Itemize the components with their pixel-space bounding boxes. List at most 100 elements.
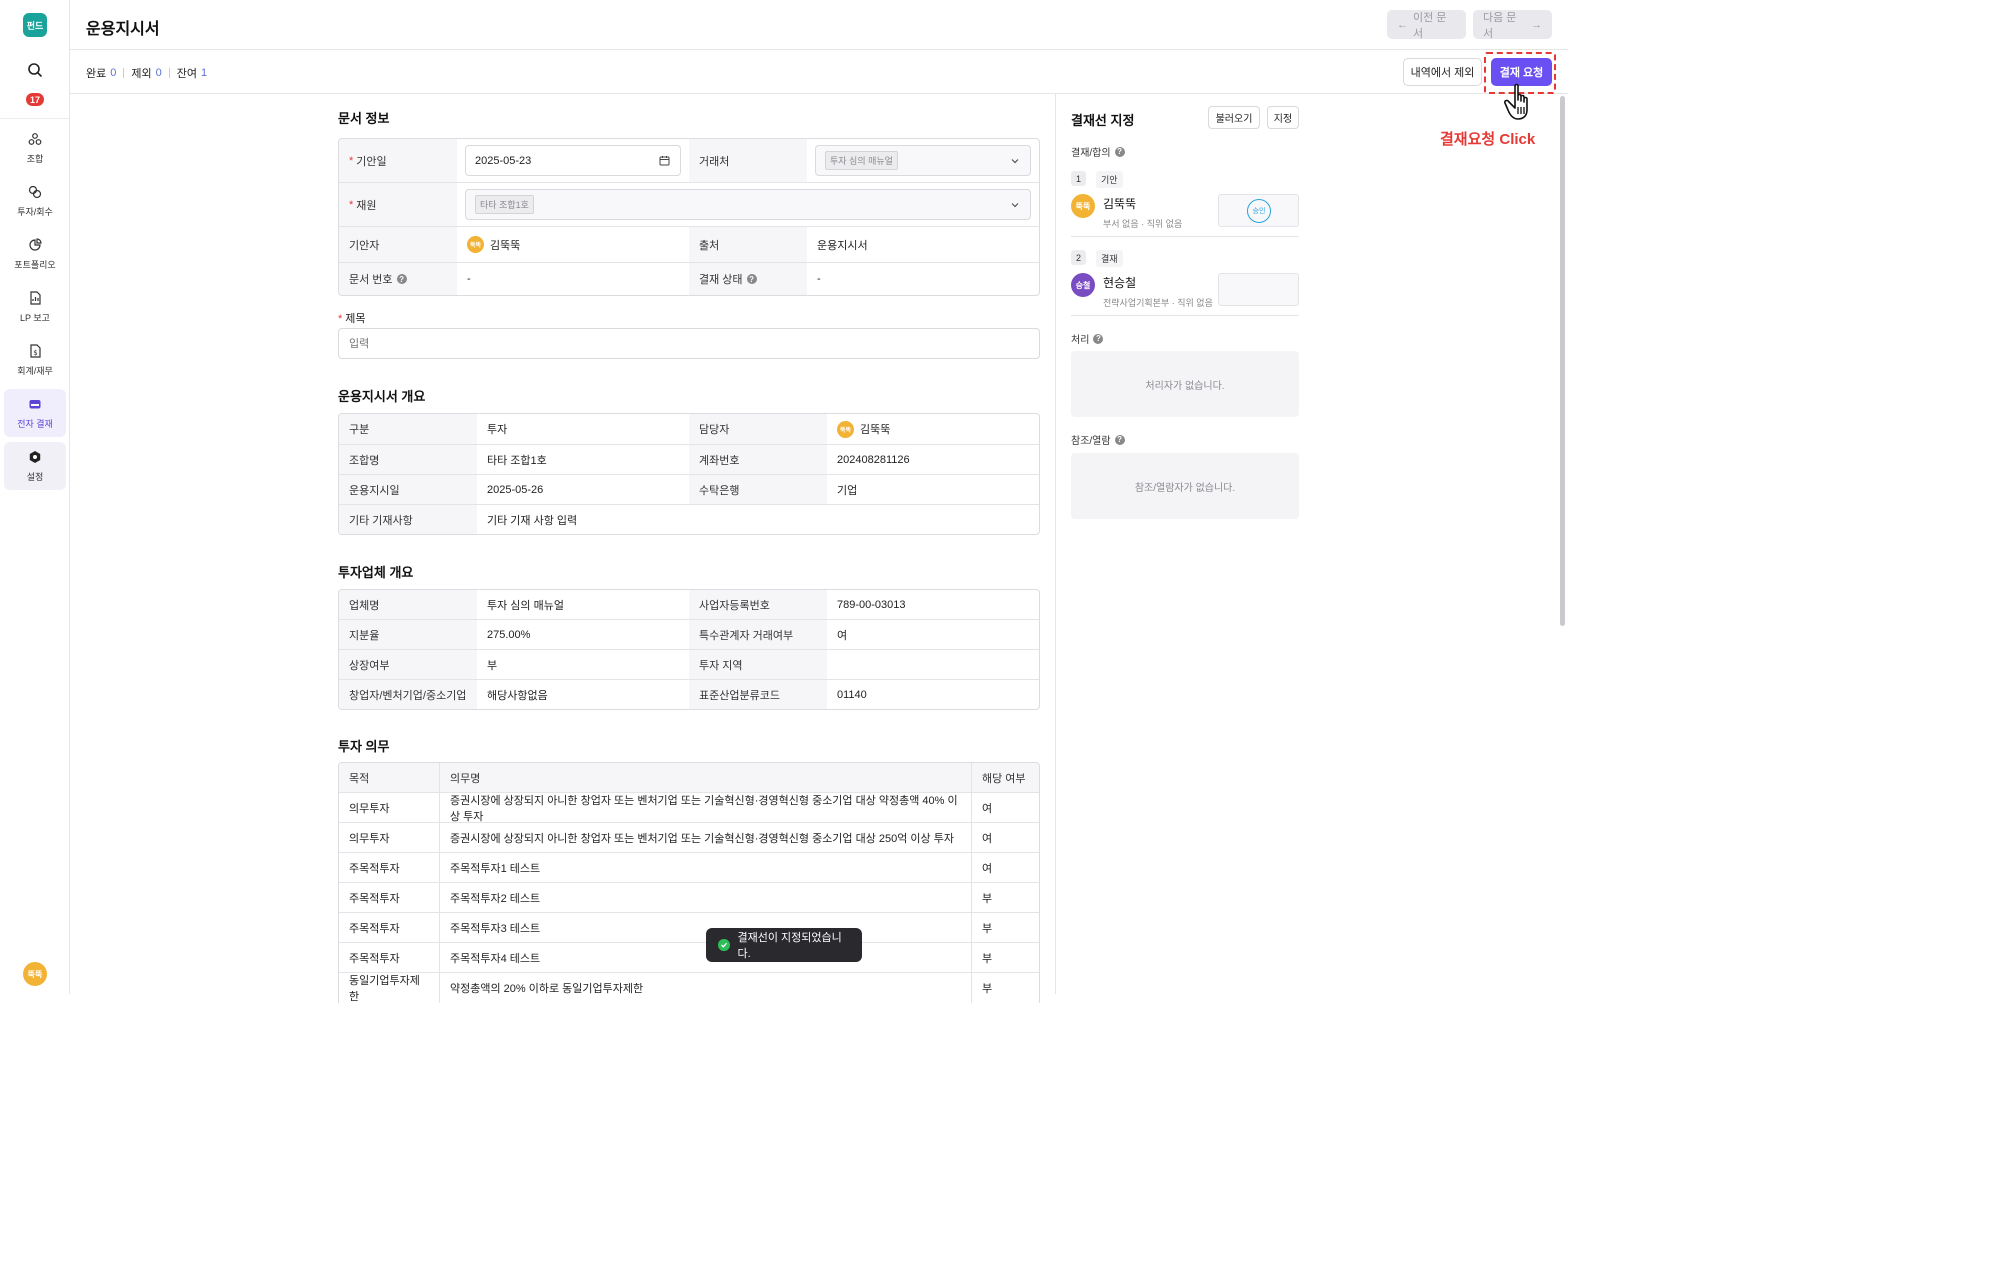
- table-cell: 주목적투자: [349, 922, 400, 935]
- manager-cell: 뚝뚝 김뚝뚝: [827, 414, 1039, 444]
- docno-value: -: [467, 273, 471, 285]
- doc-info-title: 문서 정보: [338, 111, 390, 126]
- title-input[interactable]: [338, 328, 1040, 359]
- table-cell: 부: [971, 943, 1039, 972]
- sidebar-item-label: 조합: [26, 154, 44, 164]
- table-cell: 투자 심의 매뉴얼: [487, 599, 564, 612]
- table-cell: 2025-05-26: [487, 483, 544, 496]
- table-row: 주목적투자 주목적투자1 테스트 여: [339, 853, 1039, 883]
- sidebar-item-approval[interactable]: 전자 결재: [4, 389, 66, 437]
- docno-value-cell: -: [457, 263, 689, 295]
- sidebar-nav: 조합 투자/회수 포트폴리오 LP 보고 $ 회계/재무 전자 결재 설정: [4, 124, 66, 495]
- assign-approval-line-button[interactable]: 지정: [1267, 106, 1299, 129]
- arrow-left-icon: ←: [1397, 18, 1408, 31]
- date-label: 기안일: [356, 155, 387, 168]
- table-row: 주목적투자 주목적투자3 테스트 부: [339, 913, 1039, 943]
- fund-label: 재원: [356, 199, 377, 212]
- table-cell: 275.00%: [487, 628, 531, 641]
- required-mark: *: [349, 198, 354, 211]
- sidebar-item-investment[interactable]: 투자/회수: [4, 177, 66, 225]
- status-bar: 완료 0 제외 0 잔여 1 내역에서 제외 결재 요청: [70, 50, 1568, 94]
- table-row: 주목적투자 주목적투자4 테스트 부: [339, 943, 1039, 973]
- reference-empty-state: 참조/열람자가 없습니다.: [1071, 453, 1299, 519]
- help-icon[interactable]: ?: [746, 274, 757, 284]
- table-cell: 부: [971, 883, 1039, 912]
- source-label-cell: 출처: [689, 227, 807, 262]
- table-cell: 주목적투자2 테스트: [439, 883, 971, 912]
- prev-document-button[interactable]: ← 이전 문서: [1387, 10, 1466, 40]
- load-approval-line-button[interactable]: 불러오기: [1208, 106, 1260, 129]
- page-header: 운용지시서 ← 이전 문서 다음 문서 →: [70, 0, 1568, 50]
- help-icon[interactable]: ?: [396, 274, 407, 284]
- fund-select[interactable]: 타타 조합1호: [465, 189, 1031, 220]
- search-icon[interactable]: [25, 60, 45, 80]
- excluded-count: 0: [155, 67, 162, 79]
- table-cell: 여: [971, 823, 1039, 852]
- table-cell: 202408281126: [837, 453, 910, 466]
- app-logo[interactable]: 펀드: [23, 13, 47, 37]
- table-row: 의무투자 증권시장에 상장되지 아니한 창업자 또는 벤처기업 또는 기술혁신형·…: [339, 823, 1039, 853]
- remaining-label: 잔여: [176, 68, 197, 80]
- sidebar-item-portfolio[interactable]: 포트폴리오: [4, 230, 66, 278]
- approver-name: 김뚝뚝: [1103, 197, 1137, 211]
- notification-badge[interactable]: 17: [26, 93, 45, 106]
- table-row: * 기안일 2025-05-23 거래처 투자 심의 매뉴얼: [339, 139, 1039, 183]
- title-field-label: * 제목: [338, 310, 366, 326]
- calendar-icon: [659, 155, 670, 169]
- table-cell: 지분율: [339, 620, 477, 649]
- table-cell: 계좌번호: [689, 445, 827, 474]
- table-cell: 해당사항없음: [487, 689, 548, 702]
- sidebar-item-union[interactable]: 조합: [4, 124, 66, 172]
- client-select[interactable]: 투자 심의 매뉴얼: [815, 145, 1031, 176]
- next-document-label: 다음 문서: [1483, 11, 1517, 40]
- toast-message: 결재선이 지정되었습니다.: [737, 932, 842, 960]
- done-label: 완료: [86, 68, 107, 80]
- client-label: 거래처: [699, 155, 730, 168]
- svg-text:$: $: [33, 349, 37, 357]
- drafter-value-cell: 뚝뚝 김뚝뚝: [457, 227, 689, 262]
- sidebar-item-label: 포트폴리오: [14, 260, 56, 270]
- client-chip: 투자 심의 매뉴얼: [825, 151, 898, 170]
- help-icon[interactable]: ?: [1114, 434, 1125, 445]
- overview-title: 운용지시서 개요: [338, 389, 426, 404]
- table-cell: 타타 조합1호: [487, 454, 547, 467]
- date-picker-input[interactable]: 2025-05-23: [465, 145, 681, 176]
- next-document-button[interactable]: 다음 문서 →: [1473, 10, 1552, 40]
- step-type-badge: 기안: [1096, 171, 1123, 188]
- table-cell: 부: [971, 973, 1039, 1003]
- client-label-cell: 거래처: [689, 139, 807, 182]
- user-avatar[interactable]: 뚝뚝: [23, 962, 47, 986]
- status-value-cell: -: [807, 263, 1039, 295]
- sidebar-item-settings[interactable]: 설정: [4, 442, 66, 490]
- table-cell: 표준산업분류코드: [689, 680, 827, 709]
- table-cell: 주목적투자4 테스트: [439, 943, 971, 972]
- step-type-badge: 결재: [1096, 250, 1123, 267]
- obligations-title: 투자 의무: [338, 739, 390, 754]
- scrollbar[interactable]: [1560, 96, 1565, 626]
- help-icon[interactable]: ?: [1093, 333, 1104, 344]
- table-row: 운용지시일 2025-05-26 수탁은행 기업: [339, 475, 1039, 505]
- overview-table: 구분 투자 담당자 뚝뚝 김뚝뚝 조합명 타타 조합1호 계좌번호 2024082…: [338, 413, 1040, 535]
- table-cell: 사업자등록번호: [689, 590, 827, 619]
- table-cell: 창업자/벤처기업/중소기업: [339, 680, 477, 709]
- table-cell: 주목적투자: [349, 892, 400, 905]
- table-row: 상장여부 부 투자 지역: [339, 650, 1039, 680]
- sidebar-item-accounting[interactable]: $ 회계/재무: [4, 336, 66, 384]
- table-cell: 주목적투자: [349, 952, 400, 965]
- approve-agree-text: 결재/합의: [1071, 148, 1111, 159]
- source-value-cell: 운용지시서: [807, 227, 1039, 262]
- source-value: 운용지시서: [817, 239, 868, 252]
- table-cell: 여: [971, 793, 1039, 822]
- step-number: 2: [1071, 250, 1086, 265]
- report-icon: [27, 290, 43, 306]
- table-cell: 동일기업투자제한: [349, 975, 420, 1003]
- help-icon[interactable]: ?: [1114, 146, 1125, 157]
- sidebar-item-label: 투자/회수: [17, 207, 53, 217]
- divider: [1071, 315, 1299, 316]
- sidebar-item-lp-report[interactable]: LP 보고: [4, 283, 66, 331]
- status-label: 결재 상태: [699, 274, 743, 286]
- divider: [123, 68, 125, 78]
- progress-counts: 완료 0 제외 0 잔여 1: [86, 65, 207, 81]
- exclude-from-list-button[interactable]: 내역에서 제외: [1403, 58, 1482, 86]
- table-cell: 의무투자: [349, 832, 390, 845]
